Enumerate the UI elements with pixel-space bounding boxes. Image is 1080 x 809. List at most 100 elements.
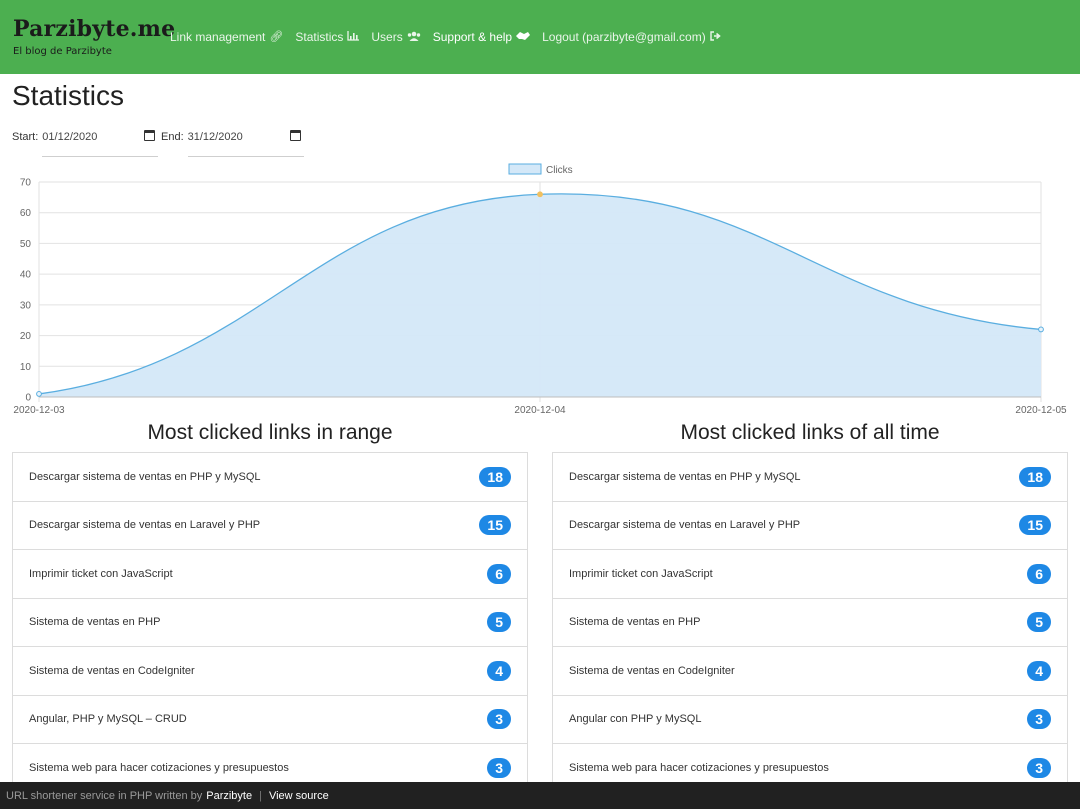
list-item[interactable]: Sistema de ventas en CodeIgniter 4 — [553, 647, 1067, 696]
click-count-badge: 3 — [487, 709, 511, 730]
link-title: Descargar sistema de ventas en PHP y MyS… — [569, 470, 801, 483]
brand-tagline: El blog de Parzibyte — [13, 46, 112, 57]
nav-support-help[interactable]: Support & help — [432, 30, 531, 44]
footer: URL shortener service in PHP written by … — [0, 782, 1080, 809]
legend-label: Clicks — [546, 165, 573, 176]
click-count-badge: 3 — [487, 757, 511, 778]
link-title: Sistema de ventas en PHP — [569, 616, 701, 629]
click-count-badge: 4 — [1027, 660, 1051, 681]
data-point — [537, 191, 543, 198]
click-count-badge: 15 — [1019, 515, 1051, 536]
sign-out-icon — [710, 30, 721, 44]
list-item[interactable]: Descargar sistema de ventas en PHP y MyS… — [13, 453, 527, 502]
range-panel: Most clicked links in range Descargar si… — [12, 420, 528, 793]
y-tick-label: 20 — [20, 331, 32, 342]
clicks-chart: 0 10 20 30 40 50 60 70 2020-12-03 2020-12-04 2020-… — [0, 158, 1080, 420]
link-title: Sistema de ventas en CodeIgniter — [29, 664, 195, 677]
end-date-group: End: 31/12/2020 — [161, 127, 304, 157]
nav-link-management[interactable]: Link management 🔗︎ — [170, 30, 283, 44]
handshake-icon — [516, 31, 531, 44]
end-date-input[interactable]: 31/12/2020 — [187, 127, 304, 157]
nav-statistics[interactable]: Statistics — [295, 30, 360, 44]
x-tick-label: 2020-12-03 — [13, 405, 65, 416]
link-title: Sistema web para hacer cotizaciones y pr… — [569, 761, 829, 774]
start-date-input[interactable]: 01/12/2020 — [42, 127, 159, 157]
all-time-panel-title: Most clicked links of all time — [680, 421, 940, 444]
data-point — [1038, 326, 1044, 333]
link-icon: 🔗︎ — [269, 30, 284, 43]
nav-users[interactable]: Users — [371, 30, 420, 44]
page-title: Statistics — [12, 80, 125, 111]
link-title: Imprimir ticket con JavaScript — [29, 567, 173, 580]
list-item[interactable]: Angular, PHP y MySQL – CRUD 3 — [13, 696, 527, 744]
range-panel-title: Most clicked links in range — [147, 421, 393, 444]
start-date-label: Start: — [12, 131, 39, 143]
list-item[interactable]: Descargar sistema de ventas en PHP y MyS… — [553, 453, 1067, 502]
nav-menu: Link management 🔗︎ Statistics Users Supp… — [170, 30, 721, 44]
y-tick-label: 0 — [25, 393, 31, 404]
list-item[interactable]: Sistema de ventas en PHP 5 — [553, 599, 1067, 647]
y-tick-label: 10 — [20, 362, 32, 373]
y-tick-label: 30 — [20, 300, 32, 311]
link-title: Sistema web para hacer cotizaciones y pr… — [29, 761, 289, 774]
start-date-group: Start: 01/12/2020 — [12, 127, 159, 157]
nav-label: Statistics — [295, 30, 344, 44]
click-count-badge: 3 — [1027, 757, 1051, 778]
click-count-badge: 3 — [1027, 709, 1051, 730]
click-count-badge: 6 — [1027, 563, 1051, 584]
click-count-badge: 18 — [479, 466, 511, 487]
list-item[interactable]: Imprimir ticket con JavaScript 6 — [13, 550, 527, 599]
y-tick-label: 40 — [20, 270, 32, 281]
chart-icon — [347, 30, 360, 44]
list-item[interactable]: Sistema de ventas en CodeIgniter 4 — [13, 647, 527, 696]
nav-label: Logout (parzibyte@gmail.com) — [542, 30, 706, 44]
y-tick-label: 70 — [20, 178, 32, 189]
chart-svg: 0 10 20 30 40 50 60 70 2020-12-03 2020-12-04 2020-… — [13, 163, 1067, 416]
link-title: Imprimir ticket con JavaScript — [569, 567, 713, 580]
start-date-value: 01/12/2020 — [42, 131, 98, 143]
y-tick-label: 60 — [20, 208, 32, 219]
link-title: Sistema de ventas en CodeIgniter — [569, 664, 735, 677]
list-item[interactable]: Sistema de ventas en PHP 5 — [13, 599, 527, 647]
range-list: Descargar sistema de ventas en PHP y MyS… — [12, 452, 528, 793]
navbar: Parzibyte.me El blog de Parzibyte Link m… — [0, 0, 1080, 74]
list-item[interactable]: Descargar sistema de ventas en Laravel y… — [13, 502, 527, 550]
footer-author-link[interactable]: Parzibyte — [206, 790, 252, 802]
link-title: Descargar sistema de ventas en PHP y MyS… — [29, 470, 261, 483]
data-point — [36, 391, 42, 397]
x-tick-label: 2020-12-04 — [514, 405, 566, 416]
nav-logout[interactable]: Logout (parzibyte@gmail.com) — [542, 30, 721, 44]
link-title: Descargar sistema de ventas en Laravel y… — [29, 519, 261, 532]
list-item[interactable]: Angular con PHP y MySQL 3 — [553, 696, 1067, 744]
all-time-panel: Most clicked links of all time Descargar… — [552, 420, 1068, 793]
click-count-badge: 4 — [487, 660, 511, 681]
list-item[interactable]: Imprimir ticket con JavaScript 6 — [553, 550, 1067, 599]
click-count-badge: 5 — [1027, 612, 1051, 633]
nav-label: Support & help — [432, 30, 513, 44]
view-source-link[interactable]: View source — [269, 790, 329, 802]
end-date-label: End: — [161, 131, 184, 143]
x-tick-label: 2020-12-05 — [1015, 405, 1067, 416]
link-title: Angular, PHP y MySQL – CRUD — [29, 713, 187, 726]
link-title: Sistema de ventas en PHP — [29, 616, 161, 629]
legend-swatch — [508, 163, 542, 175]
calendar-icon[interactable] — [144, 130, 156, 141]
nav-label: Users — [371, 30, 403, 44]
nav-label: Link management — [170, 30, 266, 44]
link-title: Angular con PHP y MySQL — [569, 713, 702, 726]
y-tick-label: 50 — [20, 239, 32, 250]
end-date-value: 31/12/2020 — [187, 131, 243, 143]
all-time-list: Descargar sistema de ventas en PHP y MyS… — [552, 452, 1068, 793]
users-icon — [407, 31, 421, 44]
link-title: Descargar sistema de ventas en Laravel y… — [569, 519, 801, 532]
brand[interactable]: Parzibyte.me El blog de Parzibyte — [13, 16, 175, 57]
footer-text: URL shortener service in PHP written by — [6, 789, 203, 802]
click-count-badge: 15 — [479, 515, 511, 536]
footer-separator: | — [259, 789, 262, 802]
brand-name[interactable]: Parzibyte.me — [13, 16, 175, 42]
click-count-badge: 18 — [1019, 466, 1051, 487]
click-count-badge: 6 — [487, 563, 511, 584]
click-count-badge: 5 — [487, 612, 511, 633]
list-item[interactable]: Descargar sistema de ventas en Laravel y… — [553, 502, 1067, 550]
calendar-icon[interactable] — [289, 130, 301, 141]
